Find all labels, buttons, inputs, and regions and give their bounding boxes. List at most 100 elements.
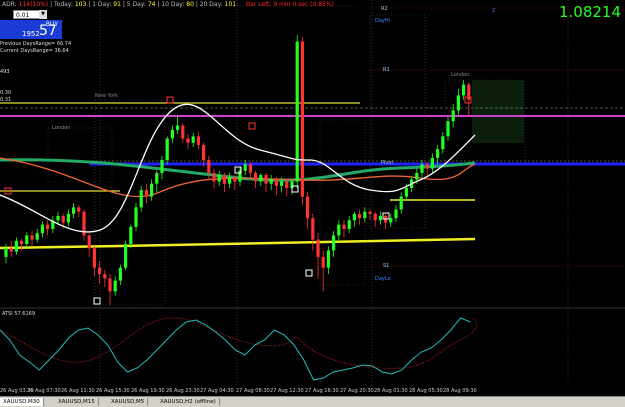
info-line bbox=[0, 76, 71, 83]
candle-body bbox=[196, 136, 200, 145]
tab-xauusd-m15[interactable]: XAUUSD,M15 bbox=[55, 398, 99, 406]
candle-body bbox=[316, 239, 320, 257]
time-label: 26 Aug 23:30 bbox=[166, 388, 200, 394]
daylo-label: DayLo bbox=[375, 276, 391, 282]
newyork-session-label: New York bbox=[95, 93, 118, 99]
candle-body bbox=[129, 226, 133, 244]
candle-body bbox=[441, 136, 445, 150]
candle-body bbox=[430, 157, 434, 169]
candle-body bbox=[243, 164, 247, 171]
candle-body bbox=[280, 181, 284, 186]
candle-body bbox=[233, 177, 237, 182]
session-box bbox=[47, 127, 113, 183]
info-line bbox=[0, 55, 71, 62]
candle-body bbox=[456, 95, 460, 111]
tab-xauusd-m30[interactable]: XAUUSD,M30 bbox=[0, 398, 44, 406]
candle-body bbox=[337, 224, 341, 236]
time-label: 27 Aug 20:30 bbox=[340, 388, 374, 394]
time-label: 27 Aug 08:30 bbox=[236, 388, 270, 394]
candle-body bbox=[300, 41, 304, 197]
buy-price-big: 57 bbox=[39, 23, 57, 39]
info-panel: Previous DaysRange= 66.74 Current DaysRa… bbox=[0, 41, 71, 104]
day1-label: 1 Day: bbox=[92, 1, 112, 8]
candle-body bbox=[113, 280, 117, 292]
candle-body bbox=[207, 160, 211, 173]
candle-body bbox=[420, 164, 424, 173]
day5-label: 5 Day: bbox=[126, 1, 146, 8]
candle-body bbox=[352, 213, 356, 221]
london-session-shade bbox=[472, 80, 524, 143]
current-price: 1.08214 bbox=[558, 3, 621, 21]
candle-body bbox=[425, 164, 429, 169]
candle-body bbox=[56, 216, 60, 221]
candle-body bbox=[254, 172, 258, 182]
day10-value: 80 bbox=[186, 1, 194, 8]
candle-body bbox=[389, 218, 393, 223]
candle-body bbox=[363, 211, 367, 219]
candle-body bbox=[20, 240, 24, 244]
candle-body bbox=[436, 149, 440, 158]
tab-xauusd-m5[interactable]: XAUUSD,M5 bbox=[108, 398, 149, 406]
info-line: 0.31 bbox=[0, 97, 12, 103]
oscillator-main-line bbox=[0, 317, 471, 381]
candle-body bbox=[202, 144, 206, 160]
candle-body bbox=[165, 138, 169, 160]
candle-body bbox=[139, 190, 143, 208]
candle-body bbox=[155, 172, 159, 184]
time-axis: 26 Aug 03:30 26 Aug 07:30 26 Aug 11:30 2… bbox=[0, 385, 625, 395]
fractal-marker bbox=[248, 122, 256, 130]
candle-body bbox=[87, 235, 91, 249]
candle-body bbox=[378, 216, 382, 221]
candle-body bbox=[321, 256, 325, 268]
fractal-marker bbox=[305, 269, 313, 277]
candle-body bbox=[40, 224, 44, 234]
candle-body bbox=[61, 216, 65, 223]
info-line: 0.30 bbox=[0, 90, 12, 96]
info-line: 493 bbox=[0, 69, 10, 75]
oscillator-signal-line bbox=[0, 317, 478, 369]
candle-body bbox=[35, 233, 39, 240]
buy-price-small: 1952 bbox=[22, 30, 40, 38]
today-label: Today: bbox=[54, 1, 73, 8]
candle-body bbox=[98, 267, 102, 275]
candle-body bbox=[347, 220, 351, 229]
candle-body bbox=[14, 240, 18, 252]
candle-body bbox=[332, 235, 336, 251]
candle-body bbox=[160, 160, 164, 173]
london-session-label: London bbox=[52, 125, 71, 131]
candle-body bbox=[66, 213, 70, 223]
lot-dropdown-arrow-icon[interactable]: ▼ bbox=[39, 10, 47, 19]
bar-left-banner: Bar Left: 9 min 0 sec (0.85%) bbox=[246, 1, 334, 8]
candle-body bbox=[118, 267, 122, 281]
time-label: 26 Aug 11:30 bbox=[61, 388, 95, 394]
candle-body bbox=[306, 196, 310, 219]
candle-body bbox=[404, 188, 408, 197]
one-click-trade-panel: 0.01 ▼ BUY 1952 57 bbox=[0, 9, 62, 39]
candle-body bbox=[150, 183, 154, 197]
chart-canvas[interactable] bbox=[0, 0, 625, 385]
candle-body bbox=[451, 110, 455, 122]
candle-body bbox=[77, 207, 81, 212]
tab-xauusd-h2-offline[interactable]: XAUUSD,H2 (offline) bbox=[157, 398, 220, 406]
info-line bbox=[0, 62, 71, 69]
candle-body bbox=[264, 175, 268, 184]
candle-body bbox=[25, 235, 29, 244]
price-chart[interactable]: ADR: 114(10%) | Today: 103 | 1 Day: 91 |… bbox=[0, 0, 625, 385]
candle-body bbox=[285, 181, 289, 188]
candle-body bbox=[4, 248, 8, 257]
info-line bbox=[0, 83, 71, 90]
candle-body bbox=[144, 190, 148, 197]
candle-body bbox=[134, 207, 138, 227]
candle-body bbox=[72, 207, 76, 214]
lot-size-input[interactable]: 0.01 bbox=[13, 10, 40, 19]
adr-label: ADR: bbox=[2, 1, 17, 8]
buy-button[interactable]: BUY 1952 57 bbox=[0, 20, 62, 39]
candle-body bbox=[326, 250, 330, 268]
candle-body bbox=[446, 121, 450, 137]
yellow-trend-line-2 bbox=[119, 237, 476, 248]
candle-body bbox=[181, 125, 185, 139]
time-label: 26 Aug 15:30 bbox=[96, 388, 130, 394]
candle-body bbox=[176, 125, 180, 130]
pivot-level-label: Pivot bbox=[381, 160, 394, 166]
candle-body bbox=[186, 138, 190, 143]
